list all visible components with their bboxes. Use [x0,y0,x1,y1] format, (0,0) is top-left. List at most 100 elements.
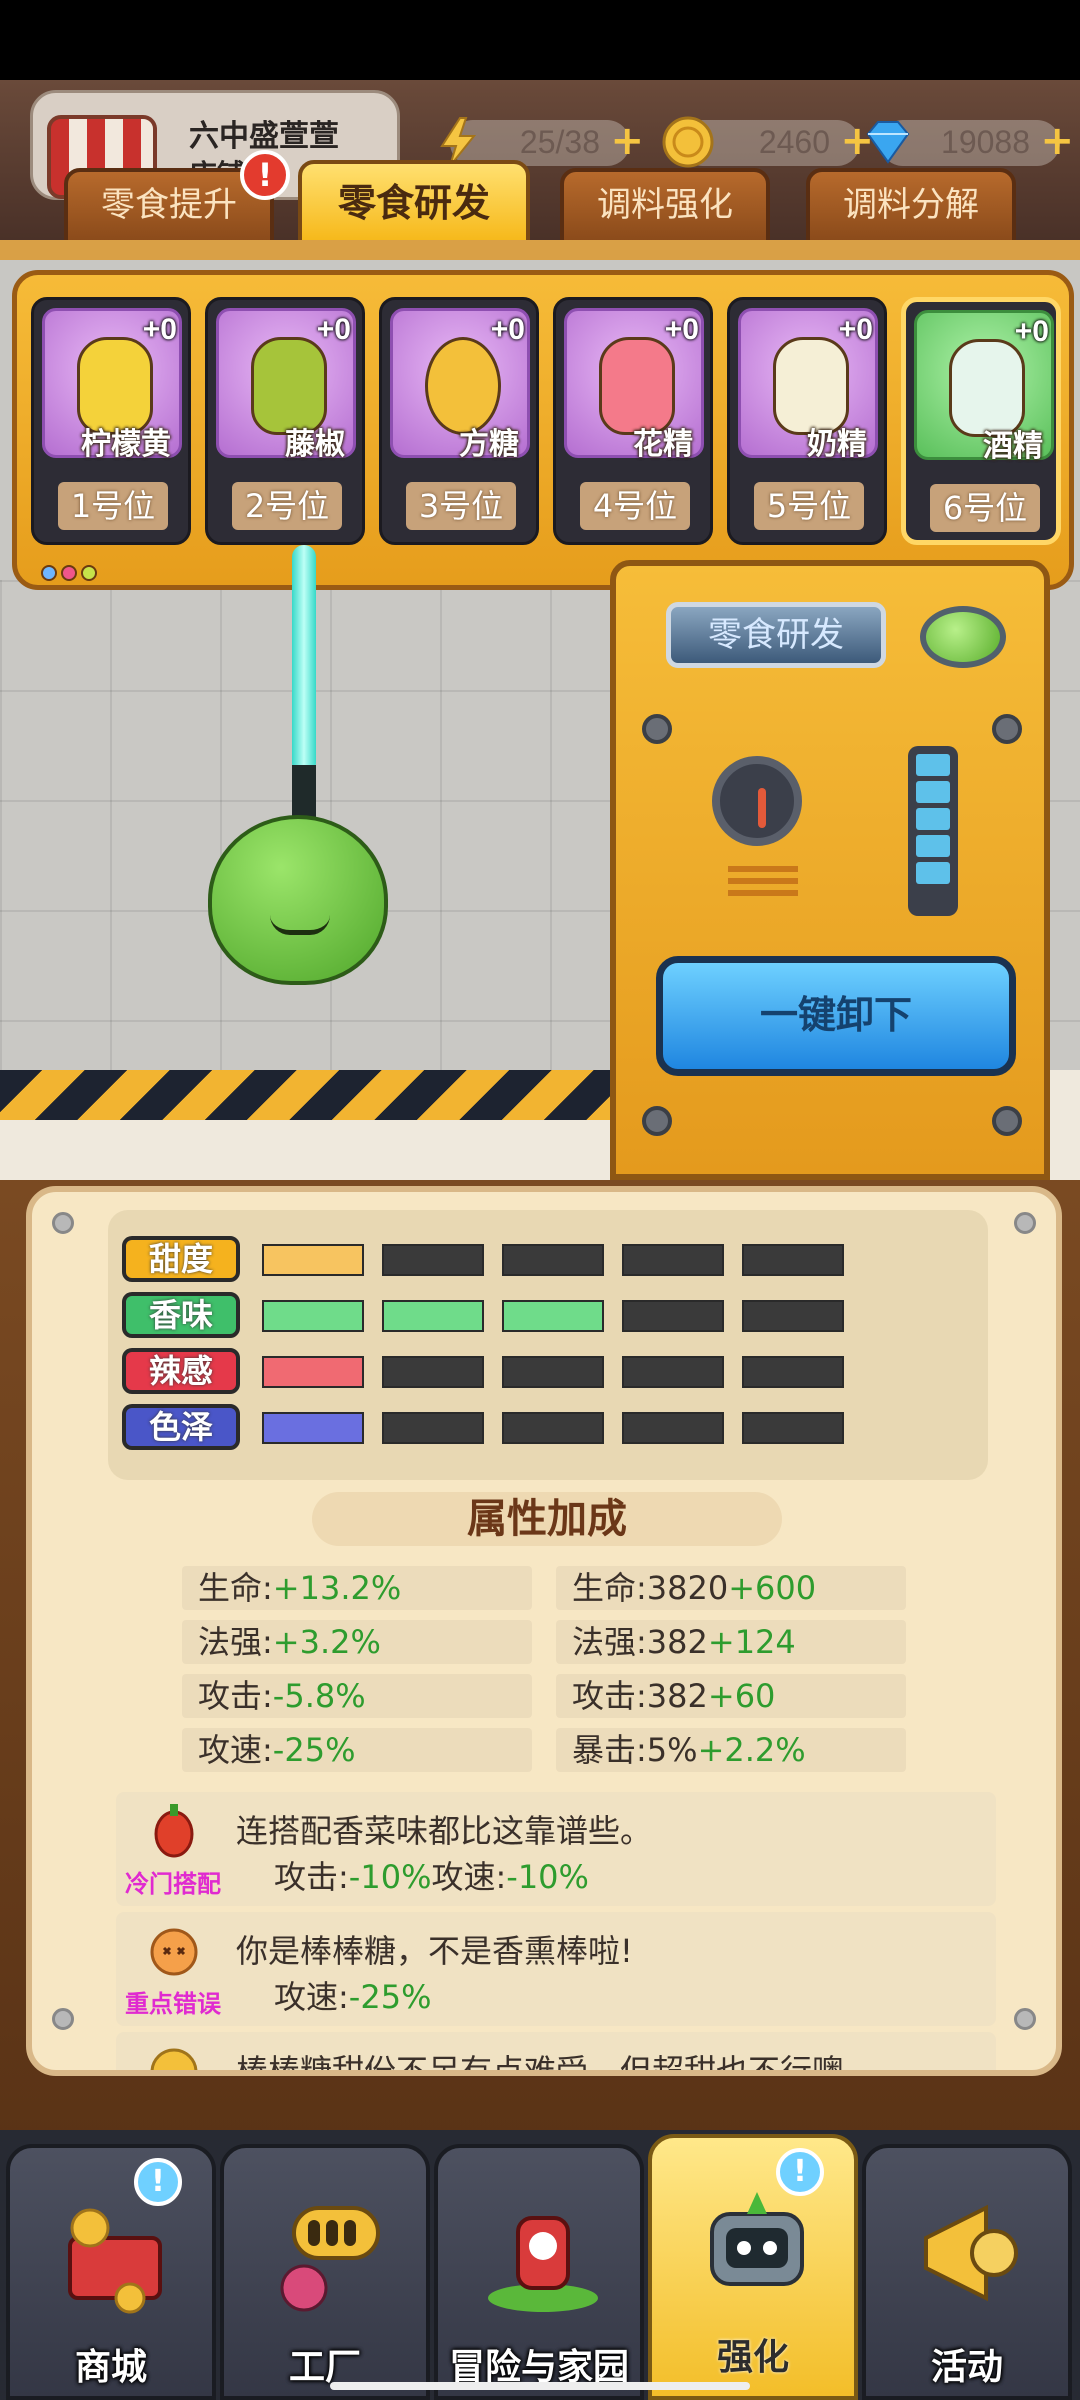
attribute-bar-empty [502,1244,604,1276]
attribute-bar-filled [262,1244,364,1276]
bolt-icon [642,1106,672,1136]
unload-all-button[interactable]: 一键卸下 [656,956,1016,1076]
nav-shop[interactable]: ! 商城 [6,2144,216,2400]
combo-tag: 重点错误 [125,1990,221,2018]
slot-position-label: 1号位 [58,482,168,530]
vent-grille [728,866,798,902]
stat-right-3: 攻击:382+60 [556,1674,906,1718]
ingredient-card: +0 方糖 [390,308,530,462]
attribute-bar-empty [502,1356,604,1388]
home-indicator [330,2382,750,2390]
tab-seasoning-decompose[interactable]: 调料分解 [806,168,1016,246]
stat-left-1: 生命:+13.2% [182,1566,532,1610]
candy-face-icon [150,2048,198,2070]
combo-effect: 攻速:-25% [274,1978,432,2016]
diamond-value: 19088 [941,124,1030,160]
chili-icon [154,1804,194,1858]
nav-label: 商城 [74,2347,147,2388]
stat-left-2: 法强:+3.2% [182,1620,532,1664]
ingredient-slot-6[interactable]: +0 酒精 6号位 [901,297,1061,545]
adventure-icon [488,2216,598,2312]
research-machine: 零食研发 一键卸下 [610,560,1050,1180]
combo-text: 棒棒糖甜份不足有点难受，但超甜也不行噢 [236,2052,845,2076]
ingredient-tray: +0 柠檬黄 1号位 +0 藤椒 2号位 +0 方糖 3号位 +0 花精 4号位… [12,270,1074,590]
ingredient-level: +0 [142,313,177,346]
ingredient-level: +0 [316,313,351,346]
nav-factory[interactable]: 工厂 [220,2144,430,2400]
ingredient-level: +0 [664,313,699,346]
stat-left-3: 攻击:-5.8% [182,1674,532,1718]
combo-item-3: 棒棒糖甜份不足有点难受，但超甜也不行噢 [116,2032,996,2076]
attribute-bar-empty [742,1244,844,1276]
bolt-icon [642,714,672,744]
ingredient-slot-4[interactable]: +0 花精 4号位 [553,297,713,545]
attribute-bar-empty [382,1356,484,1388]
rivet-icon [52,1212,74,1234]
stat-right-1: 生命:3820+600 [556,1566,906,1610]
ingredient-slot-2[interactable]: +0 藤椒 2号位 [205,297,365,545]
slot-position-label: 5号位 [754,482,864,530]
info-panel[interactable]: 甜度 香味 辣感 色泽 属性加成 生命:+13.2% 法强:+3.2% 攻击:-5.8… [26,1186,1062,2076]
nav-notice-badge: ! [776,2148,824,2196]
stat-right-2: 法强:382+124 [556,1620,906,1664]
energy-add-icon[interactable]: + [610,118,644,164]
slot-position-label: 4号位 [580,482,690,530]
ingredient-slot-5[interactable]: +0 奶精 5号位 [727,297,887,545]
energy-value: 25/38 [519,124,600,160]
diamond-counter[interactable]: 19088 + [866,118,1074,166]
bottom-nav: ! 商城 工厂 冒险与家园 ! 强化 活动 [0,2130,1080,2400]
nav-label: 强化 [716,2337,789,2378]
level-meter [908,746,958,916]
bolt-icon [992,714,1022,744]
ingredient-level: +0 [1014,315,1049,348]
attribute-bar-empty [382,1244,484,1276]
stat-right-4: 暴击:5%+2.2% [556,1728,906,1772]
attribute-bar-empty [742,1300,844,1332]
hazard-stripe [0,1070,620,1120]
factory-icon [280,2206,380,2312]
coin-counter[interactable]: 2460 + [662,116,874,168]
nav-adventure-home[interactable]: 冒险与家园 [434,2144,644,2400]
attribute-bar-empty [382,1412,484,1444]
slot-position-label: 6号位 [930,484,1040,532]
combo-text: 连搭配香菜味都比这靠谱些。 [236,1812,653,1850]
nav-events[interactable]: 活动 [862,2144,1072,2400]
slot-position-label: 2号位 [232,482,342,530]
megaphone-icon [924,2204,1018,2302]
diamond-add-icon[interactable]: + [1040,118,1074,164]
nav-enhance[interactable]: ! 强化 [648,2134,858,2400]
ingredient-name: 藤椒 [285,427,345,462]
tab-seasoning-enhance[interactable]: 调料强化 [560,168,770,246]
robot-face [270,915,330,935]
tab-snack-research[interactable]: 零食研发 [298,160,530,246]
nav-label: 活动 [930,2347,1003,2388]
ingredient-name: 花精 [633,427,693,462]
attribute-bar-filled [262,1300,364,1332]
slot-position-label: 3号位 [406,482,516,530]
attribute-bar-filled [262,1356,364,1388]
status-bar [0,0,1080,80]
attribute-bar-empty [622,1300,724,1332]
ingredient-name: 方糖 [459,427,519,462]
ingredient-slot-3[interactable]: +0 方糖 3号位 [379,297,539,545]
diamond-icon [866,121,910,164]
start-button[interactable] [920,606,1006,668]
research-sign: 零食研发 [666,602,886,668]
attribute-bar-filled [262,1412,364,1444]
rivet-icon [52,2008,74,2030]
ingredient-card: +0 酒精 [914,310,1054,464]
ingredient-card: +0 柠檬黄 [42,308,182,462]
ingredient-level: +0 [490,313,525,346]
attribute-bar-filled [382,1300,484,1332]
attribute-bar-empty [502,1412,604,1444]
attribute-label: 色泽 [122,1404,240,1450]
coin-icon [662,116,714,168]
ingredient-slot-1[interactable]: +0 柠檬黄 1号位 [31,297,191,545]
ingredient-card: +0 藤椒 [216,308,356,462]
combo-item-2: 重点错误 你是棒棒糖，不是香熏棒啦! 攻速:-25% [116,1912,996,2026]
shopping-cart-icon [68,2208,162,2314]
nav-notice-badge: ! [134,2158,182,2206]
lollipop-robot [208,815,388,985]
attribute-bar-filled [502,1300,604,1332]
stat-left-4: 攻速:-25% [182,1728,532,1772]
